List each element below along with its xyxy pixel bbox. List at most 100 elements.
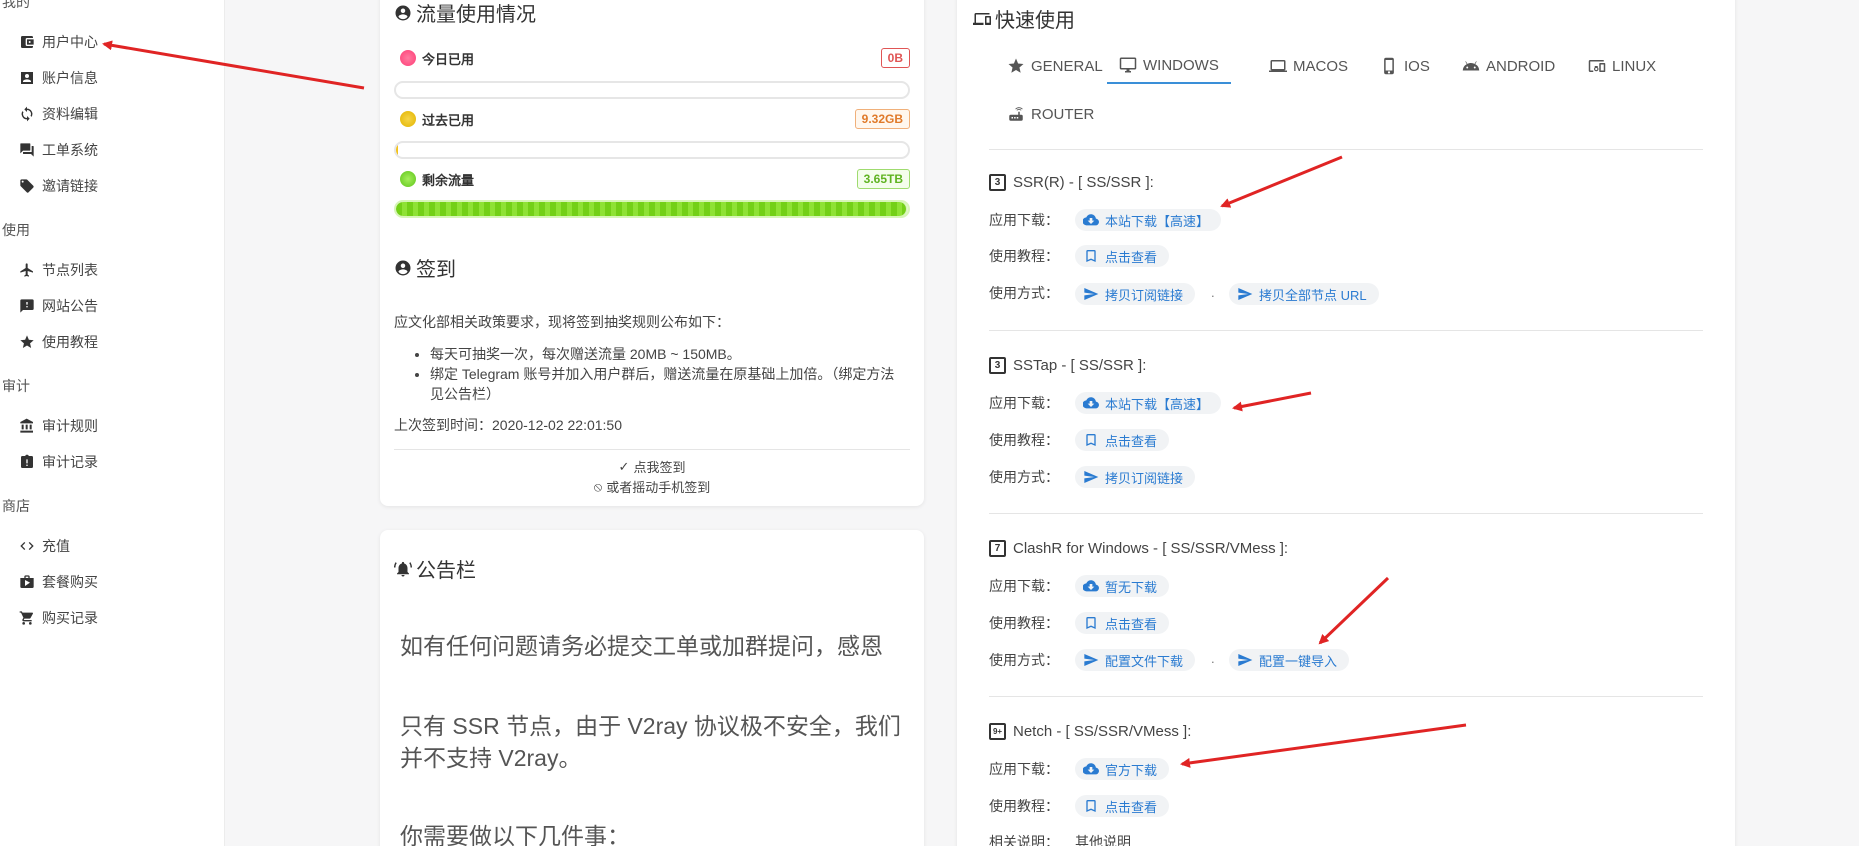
traffic-row-past: 过去已用 9.32GB (400, 108, 910, 130)
sidebar-item-account-info[interactable]: 账户信息 (18, 65, 98, 91)
today-dot (400, 50, 416, 66)
filter-3-icon: 3 (989, 357, 1006, 374)
tab-windows[interactable]: WINDOWS (1107, 48, 1231, 84)
tab-macos[interactable]: MACOS (1269, 48, 1348, 84)
tab-router[interactable]: ROUTER (1007, 96, 1094, 132)
sidebar-item-tutorials[interactable]: 使用教程 (18, 329, 98, 355)
past-dot (400, 111, 416, 127)
download-label: 应用下载： (989, 395, 1059, 411)
remaining-progress-bar (394, 200, 910, 218)
sidebar-item-announcements[interactable]: 网站公告 (18, 293, 98, 319)
android-icon (1462, 61, 1480, 71)
ssrr-copy-subscription-button[interactable]: 拷贝订阅链接 (1075, 283, 1196, 305)
sstap-tutorial-button[interactable]: 点击查看 (1075, 429, 1170, 451)
sidebar-item-purchases[interactable]: 购买记录 (18, 605, 98, 631)
section-divider (989, 513, 1703, 514)
send-icon (1084, 654, 1099, 666)
quick-use-card: 快速使用 GENERAL WINDOWS MACOS IOS ANDROID L… (957, 0, 1735, 846)
star-icon (18, 333, 36, 351)
tab-linux[interactable]: LINUX (1588, 48, 1656, 84)
sidebar-item-label: 账户信息 (42, 70, 98, 86)
separator-dot: . (1211, 651, 1215, 666)
checkin-divider (394, 449, 910, 450)
past-badge: 9.32GB (854, 109, 910, 129)
send-icon (1238, 654, 1253, 666)
quick-use-title: 快速使用 (973, 4, 1075, 33)
sstap-copy-subscription-button[interactable]: 拷贝订阅链接 (1075, 466, 1196, 488)
checkin-button[interactable]: ✓ 点我签到 (380, 457, 924, 476)
clashr-tutorial-button[interactable]: 点击查看 (1075, 612, 1170, 634)
netch-related-note: 其他说明 (1075, 834, 1131, 846)
today-badge: 0B (880, 48, 910, 68)
code-icon (18, 537, 36, 555)
sidebar-item-nodes[interactable]: 节点列表 (18, 257, 98, 283)
clipboard-alert-icon (18, 453, 36, 471)
sidebar-item-audit-rules[interactable]: 审计规则 (18, 413, 98, 439)
download-label: 应用下载： (989, 761, 1059, 777)
remaining-progress-fill (396, 202, 907, 216)
clashr-one-click-import-button[interactable]: 配置一键导入 (1229, 649, 1350, 671)
announcement-paragraph: 如有任何问题请务必提交工单或加群提问，感恩 (400, 633, 883, 659)
sstap-download-button[interactable]: 本站下载【高速】 (1075, 392, 1222, 414)
sidebar-item-profile-edit[interactable]: 资料编辑 (18, 101, 98, 127)
tab-android[interactable]: ANDROID (1462, 48, 1555, 84)
sidebar-item-label: 充值 (42, 538, 70, 554)
netch-tutorial-button[interactable]: 点击查看 (1075, 795, 1170, 817)
tab-general[interactable]: GENERAL (1007, 48, 1103, 84)
tag-icon (18, 177, 36, 195)
checkin-intro: 应文化部相关政策要求，现将签到抽奖规则公布如下： (394, 314, 730, 330)
ssrr-download-button[interactable]: 本站下载【高速】 (1075, 209, 1222, 231)
rule-item: 绑定 Telegram 账号并加入用户群后，赠送流量在原基础上加倍。（绑定方法见… (430, 364, 904, 404)
section-divider (989, 696, 1703, 697)
sidebar-section-mine: 我的 (2, 0, 30, 10)
filter-9-plus-icon: 9+ (989, 723, 1006, 740)
ssrr-tutorial-button[interactable]: 点击查看 (1075, 245, 1170, 267)
clashr-download-button[interactable]: 暂无下载 (1075, 575, 1170, 597)
rule-item: 每天可抽奖一次，每次赠送流量 20MB ~ 150MB。 (430, 344, 904, 364)
cloud-download-icon (1083, 763, 1099, 775)
traffic-row-today: 今日已用 0B (400, 47, 910, 69)
ssrr-copy-all-nodes-button[interactable]: 拷贝全部节点 URL (1229, 283, 1379, 305)
sidebar: 我的 用户中心 账户信息 资料编辑 工单系统 邀请链接 使用 节点列表 网站公告… (0, 0, 225, 846)
section-clashr-title: 7 ClashR for Windows - [ SS/SSR/VMess ]: (989, 540, 1288, 557)
download-label: 应用下载： (989, 212, 1059, 228)
past-progress-fill (396, 143, 398, 157)
section-netch-title: 9+ Netch - [ SS/SSR/VMess ]: (989, 723, 1191, 740)
sidebar-item-invite[interactable]: 邀请链接 (18, 173, 98, 199)
cloud-download-icon (1083, 397, 1099, 409)
sidebar-item-recharge[interactable]: 充值 (18, 533, 70, 559)
sidebar-item-label: 资料编辑 (42, 106, 98, 122)
sidebar-item-tickets[interactable]: 工单系统 (18, 137, 98, 163)
monitor-icon (1119, 57, 1137, 73)
sidebar-section-audit: 审计 (2, 378, 30, 394)
past-progress-bar (394, 141, 910, 159)
sidebar-section-shop: 商店 (2, 498, 30, 514)
announcement-paragraph: 只有 SSR 节点，由于 V2ray 协议极不安全，我们并不支持 V2ray。 (400, 713, 901, 771)
remaining-badge: 3.65TB (856, 169, 910, 189)
checkin-title: 签到 (394, 253, 456, 282)
shake-hint: ⦸ 或者摇动手机签到 (593, 478, 711, 496)
cart-icon (18, 609, 36, 627)
sidebar-item-audit-log[interactable]: 审计记录 (18, 449, 98, 475)
section-ssrr-title: 3 SSR(R) - [ SS/SSR ]: (989, 174, 1154, 191)
user-card-icon (18, 69, 36, 87)
netch-official-download-button[interactable]: 官方下载 (1075, 758, 1170, 780)
clashr-config-download-button[interactable]: 配置文件下载 (1075, 649, 1196, 671)
shopping-bag-icon (18, 573, 36, 591)
sidebar-item-plans[interactable]: 套餐购买 (18, 569, 98, 595)
section-sstap-title: 3 SSTap - [ SS/SSR ]: (989, 357, 1146, 374)
filter-3-icon: 3 (989, 174, 1006, 191)
sidebar-item-label: 邀请链接 (42, 178, 98, 194)
sidebar-item-user-center[interactable]: 用户中心 (18, 29, 98, 55)
send-icon (1238, 288, 1253, 300)
tabs-divider (989, 149, 1703, 150)
usage-label: 使用方式： (989, 652, 1059, 668)
plane-icon (18, 261, 36, 279)
sidebar-section-use: 使用 (2, 222, 30, 238)
tutorial-label: 使用教程： (989, 615, 1059, 631)
sidebar-item-label: 网站公告 (42, 298, 98, 314)
chat-icon (18, 141, 36, 159)
send-icon (1084, 471, 1099, 483)
check-icon: ✓ (618, 458, 630, 474)
tab-ios[interactable]: IOS (1380, 48, 1430, 84)
